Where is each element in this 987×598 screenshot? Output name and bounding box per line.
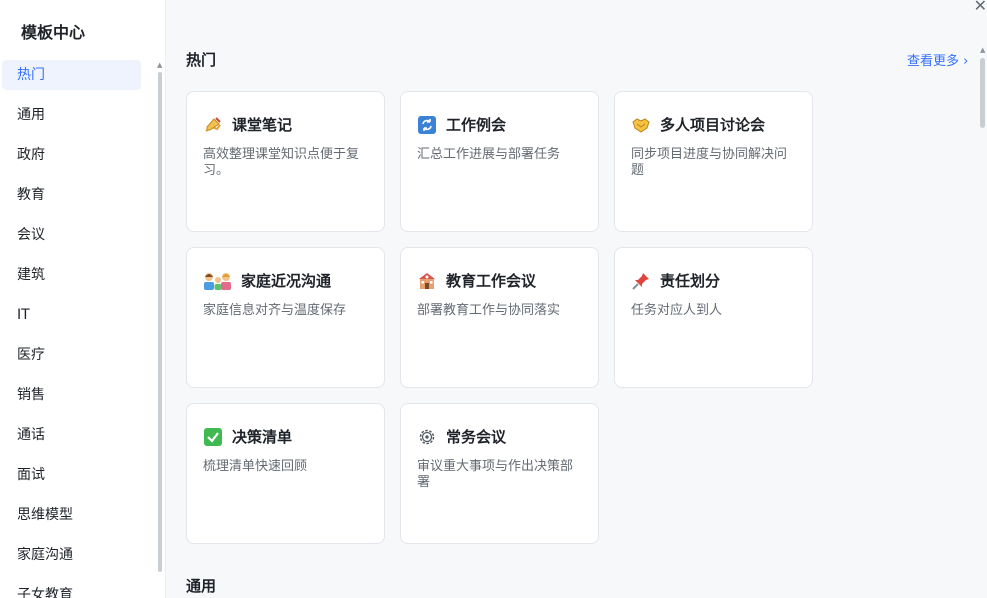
close-icon[interactable]: ✕: [974, 0, 987, 15]
repeat-icon: [417, 115, 437, 135]
main-scrollbar[interactable]: [980, 58, 985, 128]
card-title: 课堂笔记: [232, 116, 293, 134]
sidebar-item-education[interactable]: 教育: [2, 180, 141, 210]
card-description: 梳理清单快速回顾: [203, 459, 308, 474]
template-card-education-meeting[interactable]: 教育工作会议 部署教育工作与协同落实: [400, 247, 599, 388]
card-title: 教育工作会议: [446, 272, 537, 290]
template-card-family-update[interactable]: 家庭近况沟通 家庭信息对齐与温度保存: [186, 247, 385, 388]
gear-icon: [417, 427, 437, 447]
school-icon: [417, 271, 437, 291]
sidebar-scrollbar[interactable]: [158, 72, 162, 572]
family-icon: [203, 271, 232, 291]
section-title-hot: 热门: [186, 51, 217, 69]
sidebar-item-medical[interactable]: 医疗: [2, 340, 141, 370]
template-card-work-meeting[interactable]: 工作例会 汇总工作进展与部署任务: [400, 91, 599, 232]
template-card-responsibility[interactable]: 责任划分 任务对应人到人: [614, 247, 813, 388]
template-main: ✕ 热门 查看更多 › ▲ 课堂笔记 高效整理课堂知识点便于复习。 工作例会 汇…: [166, 0, 987, 598]
sidebar-item-meeting[interactable]: 会议: [2, 220, 141, 250]
template-card-decision-list[interactable]: 决策清单 梳理清单快速回顾: [186, 403, 385, 544]
card-title: 决策清单: [232, 428, 293, 446]
sidebar-item-it[interactable]: IT: [2, 300, 141, 330]
writing-hand-icon: [203, 115, 223, 135]
sidebar-item-sales[interactable]: 销售: [2, 380, 141, 410]
template-card-class-notes[interactable]: 课堂笔记 高效整理课堂知识点便于复习。: [186, 91, 385, 232]
sidebar-scroll-up-icon[interactable]: ▲: [157, 62, 163, 69]
template-card-executive-meeting[interactable]: 常务会议 审议重大事项与作出决策部署: [400, 403, 599, 544]
card-description: 高效整理课堂知识点便于复习。: [203, 147, 360, 178]
sidebar-item-family-communication[interactable]: 家庭沟通: [2, 540, 141, 570]
card-description: 同步项目进度与协同解决问题: [631, 147, 788, 178]
card-description: 汇总工作进展与部署任务: [417, 147, 561, 162]
card-description: 家庭信息对齐与温度保存: [203, 303, 347, 318]
sidebar-item-mental-model[interactable]: 思维模型: [2, 500, 141, 530]
sidebar-title: 模板中心: [21, 23, 86, 42]
card-description: 部署教育工作与协同落实: [417, 303, 561, 318]
card-title: 家庭近况沟通: [241, 272, 332, 290]
template-card-project-discussion[interactable]: 多人项目讨论会 同步项目进度与协同解决问题: [614, 91, 813, 232]
sidebar-item-interview[interactable]: 面试: [2, 460, 141, 490]
section-title-general: 通用: [186, 577, 217, 595]
card-title: 多人项目讨论会: [660, 116, 766, 134]
card-title: 责任划分: [660, 272, 721, 290]
sidebar-item-call[interactable]: 通话: [2, 420, 141, 450]
sidebar-item-child-education[interactable]: 子女教育: [2, 580, 141, 598]
category-nav: 热门 通用 政府 教育 会议 建筑 IT 医疗 销售 通话 面试 思维模型 家庭…: [0, 60, 150, 598]
sidebar-item-government[interactable]: 政府: [2, 140, 141, 170]
sidebar-item-general[interactable]: 通用: [2, 100, 141, 130]
card-title: 常务会议: [446, 428, 507, 446]
pushpin-icon: [631, 271, 651, 291]
handshake-icon: [631, 115, 651, 135]
sidebar-item-construction[interactable]: 建筑: [2, 260, 141, 290]
check-box-icon: [203, 427, 223, 447]
view-more-link[interactable]: 查看更多 ›: [907, 50, 968, 69]
card-description: 任务对应人到人: [631, 303, 723, 318]
card-title: 工作例会: [446, 116, 507, 134]
main-scroll-up-icon[interactable]: ▲: [980, 46, 985, 54]
card-description: 审议重大事项与作出决策部署: [417, 459, 574, 490]
template-sidebar: 模板中心 热门 通用 政府 教育 会议 建筑 IT 医疗 销售 通话 面试 思维…: [0, 0, 166, 598]
sidebar-item-hot[interactable]: 热门: [2, 60, 141, 90]
